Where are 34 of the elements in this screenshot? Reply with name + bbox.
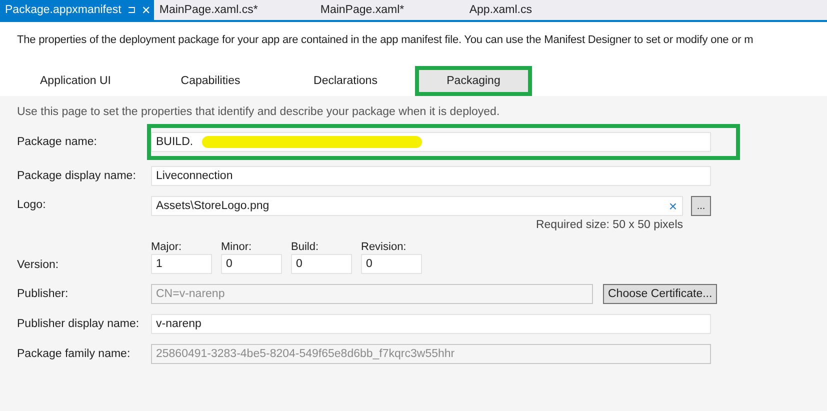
tab[interactable]: Capabilities bbox=[143, 66, 278, 96]
size-note: Required size: 50 x 50 pixels bbox=[534, 219, 683, 231]
input-field[interactable]: 0 bbox=[291, 254, 352, 274]
browse-button[interactable]: ... bbox=[691, 196, 711, 216]
field-label: Major: bbox=[151, 241, 183, 253]
input-field[interactable]: 0 bbox=[361, 254, 422, 274]
input-field[interactable]: v-narenp bbox=[151, 314, 711, 334]
field-label: Revision: bbox=[361, 241, 408, 253]
field-label: Package family name: bbox=[17, 348, 132, 360]
input-field[interactable]: 1 bbox=[151, 254, 212, 274]
close-icon[interactable]: ✕ bbox=[141, 4, 150, 16]
field-label: Package name: bbox=[17, 136, 98, 148]
field-label: Publisher display name: bbox=[17, 318, 140, 330]
field-label: Publisher: bbox=[17, 288, 70, 300]
clear-icon[interactable]: × bbox=[668, 198, 677, 214]
field-label: Version: bbox=[17, 259, 60, 273]
hint-text: Use this page to set the properties that identify and describe your package when it is deployed. bbox=[17, 106, 501, 118]
document-tab[interactable]: MainPage.xaml* bbox=[315, 0, 464, 20]
document-tab[interactable]: App.xaml.cs bbox=[464, 0, 626, 20]
document-tab[interactable]: MainPage.xaml.cs* bbox=[154, 0, 316, 20]
field-label: Minor: bbox=[221, 241, 253, 253]
input-field[interactable]: 0 bbox=[221, 254, 282, 274]
field-label: Logo: bbox=[17, 198, 47, 211]
tab[interactable]: Packaging bbox=[415, 66, 532, 96]
tab[interactable]: Declarations bbox=[278, 66, 413, 96]
description-text: The properties of the deployment package for your app are contained in the app manifest file. You can use the Manifest Designer to set or modify one or m bbox=[17, 34, 754, 46]
input-field[interactable]: BUILD. bbox=[151, 132, 711, 152]
field-label: Build: bbox=[291, 241, 320, 253]
tab[interactable]: Application UI bbox=[8, 66, 143, 96]
input-field[interactable]: Liveconnection bbox=[151, 166, 711, 186]
document-tab[interactable]: Package.appxmanifest ⊐ ✕ bbox=[0, 0, 154, 20]
field-label: Package display name: bbox=[17, 170, 137, 182]
pin-icon[interactable]: ⊐ bbox=[127, 4, 136, 16]
input-field[interactable]: Assets\StoreLogo.png × bbox=[151, 196, 683, 216]
